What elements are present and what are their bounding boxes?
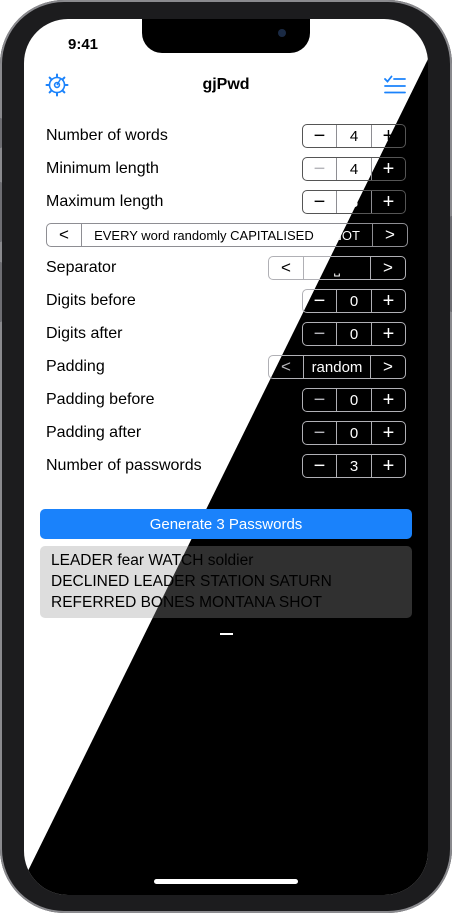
notch [142,19,310,53]
number-of-passwords-value: 3 [336,455,372,477]
battery-icon [366,36,392,48]
camera-icon [278,29,286,37]
increment-button[interactable]: + [372,422,405,444]
padding-row: Padding < random > [46,355,406,379]
screen: 9:41 gjPwd Number of words − 4 + Minimum… [24,19,428,895]
decrement-button[interactable]: − [303,290,336,312]
password-line[interactable]: DECLINED LEADER STATION SATURN [51,573,332,591]
decrement-button[interactable]: − [303,158,336,180]
padding-before-value: 0 [336,389,372,411]
maximum-length-row: Maximum length − 8 + [46,190,406,214]
digits-after-value: 0 [336,323,372,345]
next-option-button[interactable]: > [370,257,405,279]
decrement-button[interactable]: − [303,455,336,477]
checklist-icon[interactable] [384,75,406,100]
volume-down-button [0,262,2,322]
separator-dash [220,633,233,635]
padding-before-stepper: − 0 + [302,388,406,412]
page-title: gjPwd [202,76,250,93]
increment-button[interactable]: + [372,455,405,477]
number-of-passwords-stepper: − 3 + [302,454,406,478]
digits-after-stepper: − 0 + [302,322,406,346]
decrement-button[interactable]: − [303,389,336,411]
decrement-button[interactable]: − [303,125,336,147]
padding-after-label: Padding after [46,424,142,441]
decrement-button[interactable]: − [303,323,336,345]
padding-before-row: Padding before − 0 + [46,388,406,412]
minimum-length-stepper: − 4 + [302,157,406,181]
increment-button[interactable]: + [372,125,405,147]
next-option-button[interactable]: > [372,224,407,246]
capitalisation-value: EVERY word randomly CAPITALISED or NOT [82,224,372,246]
minimum-length-label: Minimum length [46,160,159,177]
increment-button[interactable]: + [372,290,405,312]
padding-label: Padding [46,358,105,375]
digits-before-stepper: − 0 + [302,289,406,313]
number-of-passwords-row: Number of passwords − 3 + [46,454,406,478]
digits-after-label: Digits after [46,325,123,342]
minimum-length-value: 4 [336,158,372,180]
separator-value: ⎵ [304,257,370,279]
increment-button[interactable]: + [372,158,405,180]
separator-label: Separator [46,259,117,276]
generate-passwords-button[interactable]: Generate 3 Passwords [40,509,412,539]
increment-button[interactable]: + [372,323,405,345]
silent-switch [0,118,2,148]
maximum-length-value: 8 [336,191,372,213]
padding-picker: < random > [268,355,406,379]
passwords-output[interactable]: LEADER fear WATCH soldier DECLINED LEADE… [40,546,412,618]
padding-before-label: Padding before [46,391,155,408]
increment-button[interactable]: + [372,389,405,411]
password-line[interactable]: REFERRED BONES MONTANA SHOT [51,594,322,612]
padding-value: random [311,358,363,376]
wifi-icon [345,36,360,48]
padding-after-value: 0 [336,422,372,444]
padding-after-stepper: − 0 + [302,421,406,445]
padding-after-row: Padding after − 0 + [46,421,406,445]
next-option-button[interactable]: > [370,356,405,378]
number-of-words-value: 4 [336,125,372,147]
separator-row: Separator < ⎵ > [46,256,406,280]
increment-button[interactable]: + [372,191,405,213]
home-indicator[interactable] [154,879,298,884]
number-of-words-stepper: − 4 + [302,124,406,148]
digits-after-row: Digits after − 0 + [46,322,406,346]
previous-option-button[interactable]: < [269,356,304,378]
volume-up-button [0,182,2,242]
digits-before-row: Digits before − 0 + [46,289,406,313]
digits-before-value: 0 [336,290,372,312]
decrement-button[interactable]: − [303,422,336,444]
digits-before-label: Digits before [46,292,136,309]
minimum-length-row: Minimum length − 4 + [46,157,406,181]
number-of-passwords-label: Number of passwords [46,457,202,474]
separator-picker: < ⎵ > [268,256,406,280]
number-of-words-row: Number of words − 4 + [46,124,406,148]
status-icons [344,36,392,48]
capitalisation-picker: < EVERY word randomly CAPITALISED or NOT… [46,223,408,247]
maximum-length-label: Maximum length [46,193,164,210]
previous-option-button[interactable]: < [47,224,82,246]
password-line[interactable]: LEADER fear WATCH soldier [51,552,253,570]
previous-option-button[interactable]: < [269,257,304,279]
maximum-length-stepper: − 8 + [302,190,406,214]
decrement-button[interactable]: − [303,191,336,213]
number-of-words-label: Number of words [46,127,168,144]
status-time: 9:41 [68,36,99,53]
